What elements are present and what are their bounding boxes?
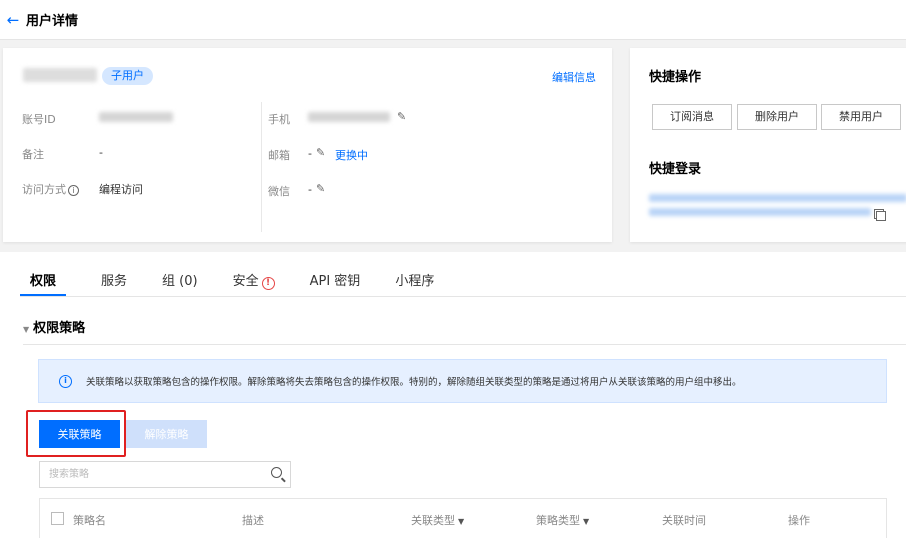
filter-icon[interactable]: ▼ xyxy=(583,517,589,526)
username-redacted xyxy=(23,68,97,82)
access-method-label: 访问方式 i xyxy=(22,181,79,197)
account-id-redacted xyxy=(99,112,173,122)
column-divider xyxy=(261,102,262,232)
main-panel: 权限 服务 组 (0) 安全! API 密钥 小程序 ▼ 权限策略 i 关联策略以… xyxy=(0,252,906,538)
highlight-box xyxy=(26,410,126,457)
column-attach-time: 关联时间 xyxy=(662,514,706,527)
delete-user-button[interactable]: 删除用户 xyxy=(737,104,817,130)
top-bar: ← 用户详情 xyxy=(0,0,906,40)
login-link-redacted-2[interactable] xyxy=(649,208,871,216)
page-title: 用户详情 xyxy=(26,14,79,29)
account-id-label: 账号ID xyxy=(22,113,56,126)
notice-text: 关联策略以获取策略包含的操作权限。解除策略将失去策略包含的操作权限。特别的，解除… xyxy=(86,377,742,388)
tab-bar: 权限 服务 组 (0) 安全! API 密钥 小程序 xyxy=(20,270,469,298)
back-arrow-icon[interactable]: ← xyxy=(4,11,22,29)
tab-services[interactable]: 服务 xyxy=(101,270,127,296)
phone-label: 手机 xyxy=(268,113,290,126)
email-value: - xyxy=(308,147,312,160)
tab-groups[interactable]: 组 (0) xyxy=(162,270,198,296)
alert-icon: ! xyxy=(261,277,275,290)
quick-actions-card: 快捷操作 订阅消息 删除用户 禁用用户 快捷登录 xyxy=(630,48,906,242)
tab-api-keys[interactable]: API 密钥 xyxy=(310,270,361,296)
disable-user-button[interactable]: 禁用用户 xyxy=(821,104,901,130)
quick-ops-title: 快捷操作 xyxy=(649,70,702,85)
search-input[interactable] xyxy=(40,462,255,487)
detach-policy-button: 解除策略 xyxy=(126,420,207,448)
column-policy-type: 策略类型 ▼ xyxy=(536,514,590,527)
sub-user-badge: 子用户 xyxy=(102,67,153,85)
info-icon[interactable]: i xyxy=(68,185,79,196)
edit-phone-icon[interactable]: ✎ xyxy=(397,110,406,123)
search-icon[interactable] xyxy=(271,467,282,478)
caret-down-icon: ▼ xyxy=(23,325,30,334)
phone-redacted xyxy=(308,112,390,122)
permission-policy-section[interactable]: ▼ 权限策略 xyxy=(23,317,85,336)
policy-search xyxy=(39,461,291,488)
filter-icon[interactable]: ▼ xyxy=(458,517,464,526)
edit-info-link[interactable]: 编辑信息 xyxy=(552,69,596,85)
edit-wechat-icon[interactable]: ✎ xyxy=(316,182,325,195)
info-icon: i xyxy=(59,374,72,388)
column-description: 描述 xyxy=(242,514,264,527)
edit-email-icon[interactable]: ✎ xyxy=(316,146,325,159)
quick-login-title: 快捷登录 xyxy=(649,162,702,177)
column-attach-type: 关联类型 ▼ xyxy=(411,514,465,527)
user-info-card: 子用户 编辑信息 账号ID 备注 - 访问方式 i 编程访问 手机 ✎ 邮箱 - … xyxy=(3,48,612,242)
remark-value: - xyxy=(99,146,103,159)
section-divider xyxy=(23,344,906,345)
subscribe-messages-button[interactable]: 订阅消息 xyxy=(652,104,732,130)
copy-icon[interactable] xyxy=(876,211,886,221)
tab-permissions[interactable]: 权限 xyxy=(20,270,67,296)
wechat-value: - xyxy=(308,183,312,196)
column-policy-name: 策略名 xyxy=(73,514,106,527)
tab-security[interactable]: 安全! xyxy=(233,270,275,296)
email-change-link[interactable]: 更换中 xyxy=(335,147,368,163)
policy-notice: i 关联策略以获取策略包含的操作权限。解除策略将失去策略包含的操作权限。特别的，… xyxy=(38,359,887,403)
tab-divider xyxy=(20,296,906,297)
column-actions: 操作 xyxy=(788,514,810,527)
select-all-checkbox[interactable] xyxy=(51,512,64,525)
policy-table-header: 策略名 描述 关联类型 ▼ 策略类型 ▼ 关联时间 操作 xyxy=(39,498,887,538)
tab-mini-program[interactable]: 小程序 xyxy=(395,270,434,296)
email-label: 邮箱 xyxy=(268,149,290,162)
login-link-redacted-1[interactable] xyxy=(649,194,906,202)
remark-label: 备注 xyxy=(22,148,44,161)
access-method-value: 编程访问 xyxy=(99,183,143,196)
wechat-label: 微信 xyxy=(268,185,290,198)
